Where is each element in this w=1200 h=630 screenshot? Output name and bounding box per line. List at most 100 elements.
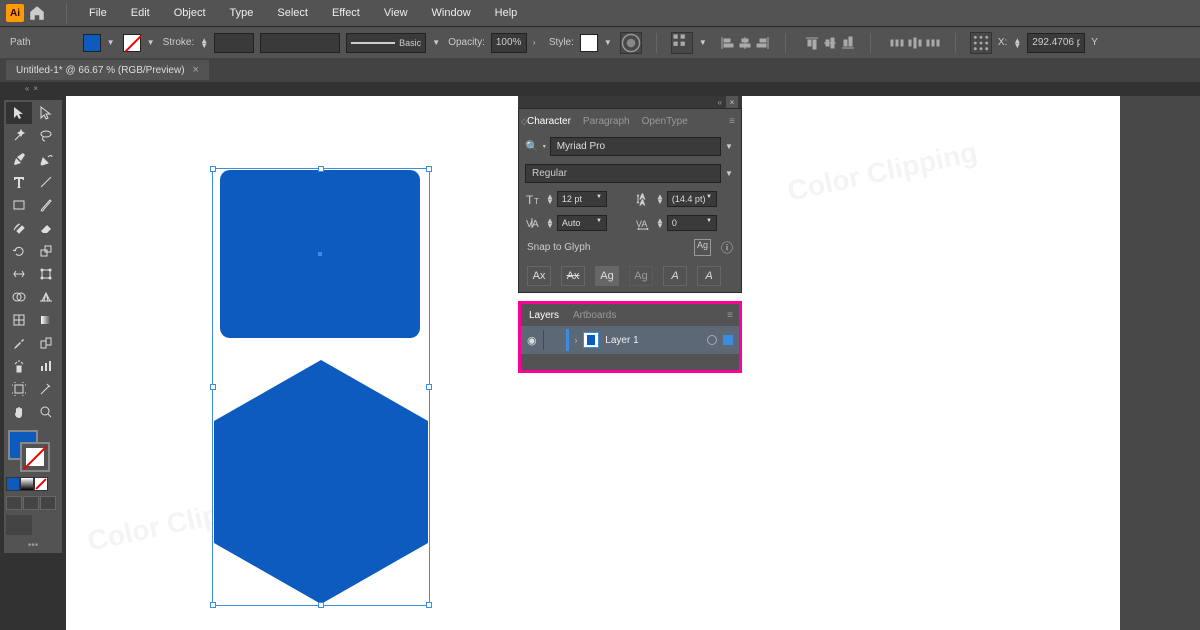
- menu-select[interactable]: Select: [267, 3, 318, 23]
- menu-file[interactable]: File: [79, 3, 117, 23]
- align-right-button[interactable]: [755, 35, 771, 51]
- font-family-input[interactable]: Myriad Pro: [550, 137, 721, 156]
- stroke-swatch[interactable]: [123, 34, 141, 52]
- distribute-button[interactable]: [889, 35, 905, 51]
- line-tool[interactable]: [33, 171, 59, 193]
- glyph-snap-button[interactable]: Ag: [629, 266, 653, 286]
- tracking-stepper[interactable]: ▲▼: [656, 218, 664, 228]
- paintbrush-tool[interactable]: [33, 194, 59, 216]
- menu-type[interactable]: Type: [220, 3, 264, 23]
- menu-window[interactable]: Window: [422, 3, 481, 23]
- chevron-down-icon[interactable]: ▼: [147, 38, 157, 47]
- zoom-tool[interactable]: [33, 401, 59, 423]
- align-bottom-button[interactable]: [840, 35, 856, 51]
- size-stepper[interactable]: ▲▼: [546, 194, 554, 204]
- collapse-icon[interactable]: «: [25, 84, 29, 92]
- panel-toggle-icon[interactable]: ◇: [521, 117, 527, 126]
- resize-handle[interactable]: [426, 384, 432, 390]
- free-transform-tool[interactable]: [33, 263, 59, 285]
- chevron-down-icon[interactable]: ▼: [725, 169, 735, 178]
- graphic-style-swatch[interactable]: [580, 34, 598, 52]
- align-to-button[interactable]: [671, 32, 693, 54]
- menu-help[interactable]: Help: [485, 3, 528, 23]
- stroke-indicator[interactable]: [20, 442, 50, 472]
- recolor-button[interactable]: [620, 32, 642, 54]
- magic-wand-tool[interactable]: [6, 125, 32, 147]
- rectangle-tool[interactable]: [6, 194, 32, 216]
- selection-indicator-icon[interactable]: [723, 335, 733, 345]
- slice-tool[interactable]: [33, 378, 59, 400]
- glyph-snap-button[interactable]: Ax: [527, 266, 551, 286]
- target-icon[interactable]: [707, 335, 717, 345]
- artboard-tool[interactable]: [6, 378, 32, 400]
- collapse-icon[interactable]: «: [718, 98, 722, 107]
- align-top-button[interactable]: [804, 35, 820, 51]
- resize-handle[interactable]: [210, 166, 216, 172]
- panel-menu-icon[interactable]: ≡: [729, 116, 735, 127]
- tab-opentype[interactable]: OpenType: [642, 116, 688, 127]
- resize-handle[interactable]: [210, 602, 216, 608]
- edit-toolbar-button[interactable]: •••: [6, 540, 60, 551]
- fill-swatch[interactable]: [83, 34, 101, 52]
- eyedropper-tool[interactable]: [6, 332, 32, 354]
- kerning-stepper[interactable]: ▲▼: [546, 218, 554, 228]
- resize-handle[interactable]: [426, 166, 432, 172]
- tab-artboards[interactable]: Artboards: [573, 310, 616, 321]
- pen-tool[interactable]: [6, 148, 32, 170]
- layer-name-label[interactable]: Layer 1: [605, 335, 701, 346]
- distribute-button[interactable]: [925, 35, 941, 51]
- align-hcenter-button[interactable]: [737, 35, 753, 51]
- resize-handle[interactable]: [426, 602, 432, 608]
- resize-handle[interactable]: [318, 602, 324, 608]
- direct-selection-tool[interactable]: [33, 102, 59, 124]
- hand-tool[interactable]: [6, 401, 32, 423]
- distribute-button[interactable]: [907, 35, 923, 51]
- search-icon[interactable]: 🔍: [525, 140, 539, 153]
- draw-behind[interactable]: [23, 496, 39, 510]
- close-icon[interactable]: ×: [726, 96, 738, 108]
- color-mode-gradient[interactable]: [20, 477, 34, 491]
- curvature-tool[interactable]: [33, 148, 59, 170]
- menu-object[interactable]: Object: [164, 3, 216, 23]
- type-tool[interactable]: [6, 171, 32, 193]
- fill-stroke-indicator[interactable]: [6, 428, 60, 474]
- x-stepper[interactable]: ▲▼: [1013, 38, 1021, 48]
- brush-definition[interactable]: Basic: [346, 33, 426, 53]
- stroke-stepper[interactable]: ▲▼: [200, 38, 208, 48]
- glyph-snap-button[interactable]: A: [697, 266, 721, 286]
- symbol-sprayer-tool[interactable]: [6, 355, 32, 377]
- color-mode-none[interactable]: [34, 477, 48, 491]
- color-mode-solid[interactable]: [6, 477, 20, 491]
- close-icon[interactable]: ×: [193, 64, 199, 76]
- resize-handle[interactable]: [210, 384, 216, 390]
- document-tab[interactable]: Untitled-1* @ 66.67 % (RGB/Preview) ×: [6, 60, 209, 80]
- tab-layers[interactable]: Layers: [529, 310, 559, 321]
- glyph-snap-button[interactable]: A: [663, 266, 687, 286]
- width-tool[interactable]: [6, 263, 32, 285]
- panel-menu-icon[interactable]: ≡: [727, 310, 733, 321]
- layer-row[interactable]: ◉ › Layer 1: [521, 326, 739, 354]
- align-vcenter-button[interactable]: [822, 35, 838, 51]
- selection-tool[interactable]: [6, 102, 32, 124]
- close-icon[interactable]: ×: [33, 84, 38, 92]
- x-input[interactable]: [1027, 33, 1085, 53]
- menu-edit[interactable]: Edit: [121, 3, 160, 23]
- eraser-tool[interactable]: [33, 217, 59, 239]
- font-size-input[interactable]: 12 pt▼: [557, 191, 607, 207]
- glyph-snap-button[interactable]: Ax: [561, 266, 585, 286]
- stroke-weight-input[interactable]: [214, 33, 254, 53]
- glyph-snap-button[interactable]: Ag: [595, 266, 619, 286]
- visibility-icon[interactable]: ◉: [527, 334, 537, 347]
- home-icon[interactable]: [28, 4, 46, 22]
- perspective-grid-tool[interactable]: [33, 286, 59, 308]
- tab-paragraph[interactable]: Paragraph: [583, 116, 630, 127]
- chevron-down-icon[interactable]: ▼: [725, 142, 735, 151]
- chevron-right-icon[interactable]: ›: [533, 38, 543, 47]
- blend-tool[interactable]: [33, 332, 59, 354]
- draw-normal[interactable]: [6, 496, 22, 510]
- tracking-input[interactable]: 0▼: [667, 215, 717, 231]
- tab-character[interactable]: Character: [527, 116, 571, 127]
- menu-view[interactable]: View: [374, 3, 418, 23]
- shape-builder-tool[interactable]: [6, 286, 32, 308]
- gradient-tool[interactable]: [33, 309, 59, 331]
